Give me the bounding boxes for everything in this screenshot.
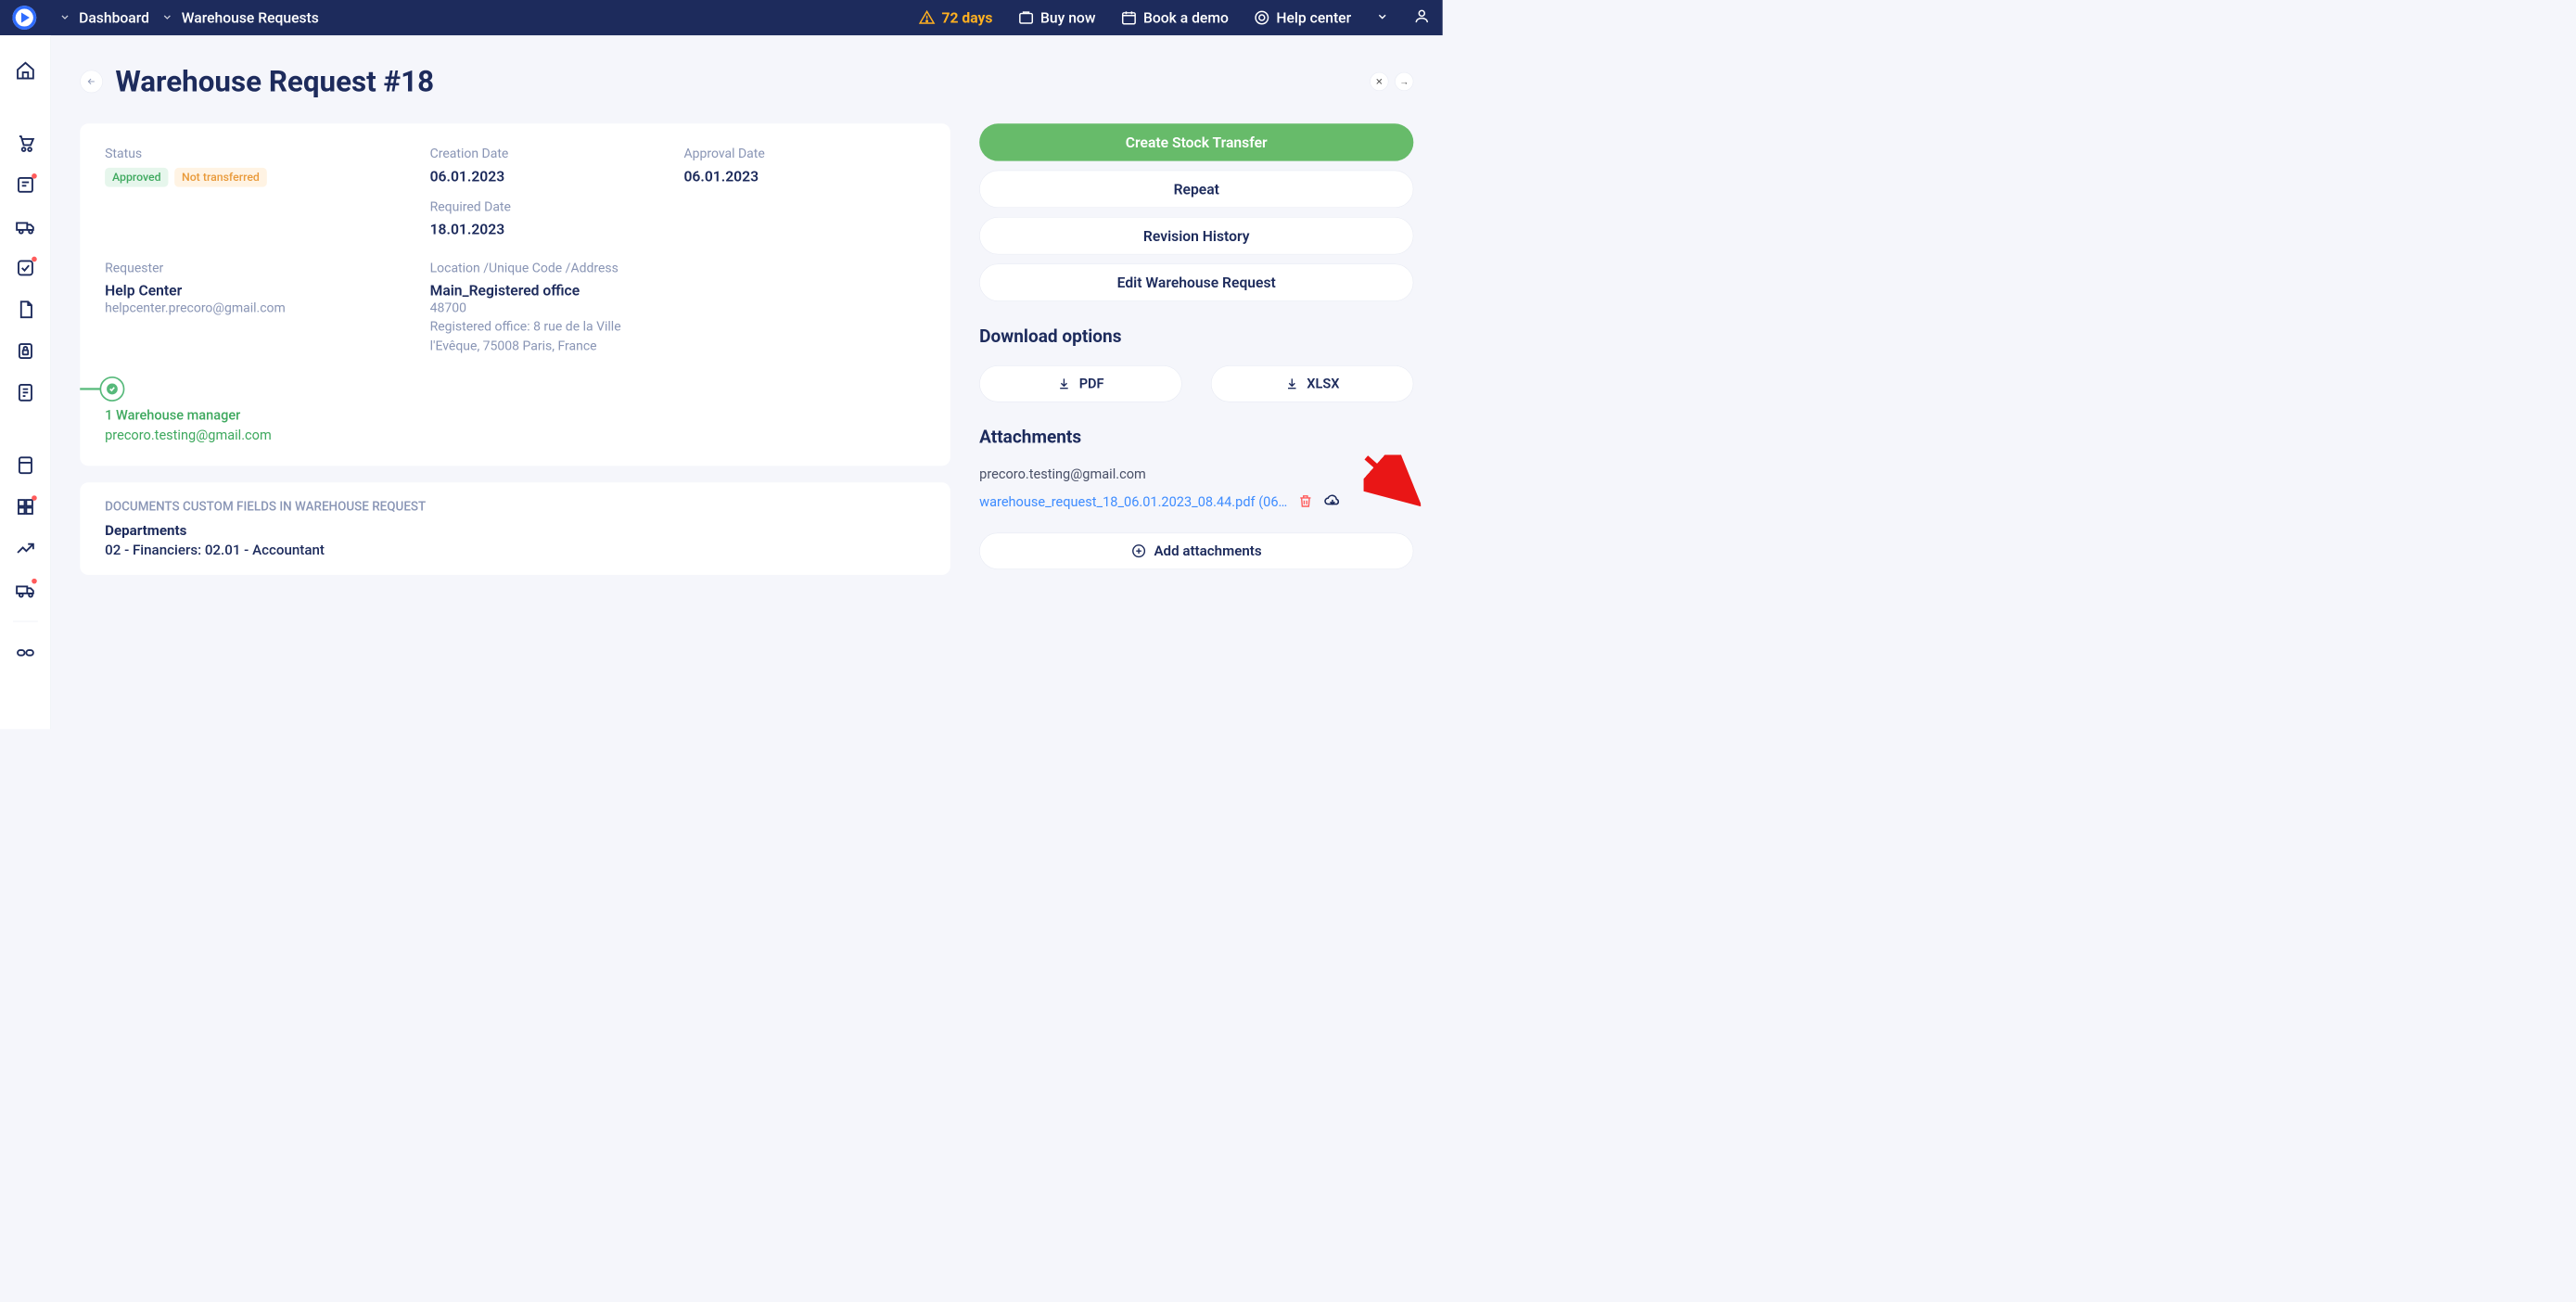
download-icon <box>1057 377 1071 391</box>
chevron-down-icon <box>59 9 70 26</box>
creation-date-label: Creation Date <box>430 147 671 161</box>
receipt-icon[interactable] <box>15 382 35 402</box>
create-stock-transfer-button[interactable]: Create Stock Transfer <box>979 123 1413 160</box>
user-icon[interactable] <box>1413 7 1430 28</box>
required-date-value: 18.01.2023 <box>430 221 671 237</box>
forward-button[interactable]: → <box>1395 72 1413 91</box>
breadcrumb-dashboard[interactable]: Dashboard <box>59 9 149 26</box>
location-name: Main_Registered office <box>430 282 658 299</box>
required-date-label: Required Date <box>430 199 671 214</box>
repeat-button[interactable]: Repeat <box>979 171 1413 208</box>
lock-doc-icon[interactable] <box>15 340 35 361</box>
trash-icon[interactable] <box>1297 493 1313 511</box>
cloud-download-icon[interactable] <box>1323 492 1341 512</box>
close-button[interactable]: ✕ <box>1370 72 1388 91</box>
days-remaining[interactable]: 72 days <box>919 9 993 26</box>
request-icon[interactable] <box>15 174 35 195</box>
approver-role: 1 Warehouse manager <box>105 407 925 423</box>
edit-label: Edit Warehouse Request <box>1117 274 1276 290</box>
help-center-link[interactable]: Help center <box>1254 9 1351 26</box>
download-icon <box>1285 377 1299 391</box>
home-icon[interactable] <box>15 60 35 81</box>
approver-status-icon <box>100 377 125 402</box>
status-badge-transfer: Not transferred <box>174 168 267 187</box>
buy-now-link[interactable]: Buy now <box>1017 9 1095 26</box>
attachment-uploader: precoro.testing@gmail.com <box>979 466 1413 482</box>
info-card: Status Approved Not transferred Creation… <box>80 123 950 466</box>
chevron-down-icon <box>161 9 172 26</box>
edit-warehouse-request-button[interactable]: Edit Warehouse Request <box>979 263 1413 300</box>
app-logo[interactable] <box>6 3 43 32</box>
delivery-icon[interactable] <box>15 580 35 600</box>
collapse-icon[interactable] <box>15 643 35 663</box>
location-code: 48700 <box>430 300 658 318</box>
topbar: Dashboard Warehouse Requests 72 days Buy… <box>0 0 1443 35</box>
creation-date-value: 06.01.2023 <box>430 168 671 185</box>
cart-icon[interactable] <box>15 133 35 153</box>
breadcrumb-label: Warehouse Requests <box>182 9 319 26</box>
download-options-heading: Download options <box>979 326 1413 347</box>
attachment-link[interactable]: warehouse_request_18_06.01.2023_08.44.pd… <box>979 494 1287 510</box>
approval-icon[interactable] <box>15 258 35 278</box>
book-demo-label: Book a demo <box>1143 9 1229 26</box>
repeat-label: Repeat <box>1174 181 1219 198</box>
download-pdf-button[interactable]: PDF <box>979 365 1181 402</box>
pdf-label: PDF <box>1079 376 1104 391</box>
inventory-icon[interactable] <box>15 496 35 517</box>
status-label: Status <box>105 147 417 161</box>
add-attachments-button[interactable]: Add attachments <box>979 533 1413 569</box>
requester-label: Requester <box>105 261 417 275</box>
requester-name: Help Center <box>105 282 417 299</box>
custom-fields-card: DOCUMENTS CUSTOM FIELDS IN WAREHOUSE REQ… <box>80 482 950 575</box>
xlsx-label: XLSX <box>1307 376 1339 391</box>
revision-history-button[interactable]: Revision History <box>979 217 1413 254</box>
help-center-label: Help center <box>1276 9 1351 26</box>
location-label: Location /Unique Code /Address <box>430 261 658 275</box>
calculator-icon[interactable] <box>15 455 35 476</box>
breadcrumb-warehouse-requests[interactable]: Warehouse Requests <box>161 9 318 26</box>
add-attachments-label: Add attachments <box>1154 542 1261 559</box>
requester-email: helpcenter.precoro@gmail.com <box>105 300 417 318</box>
page-title: Warehouse Request #18 <box>115 64 434 98</box>
chevron-down-icon[interactable] <box>1376 9 1388 26</box>
days-left-text: 72 days <box>942 9 993 26</box>
approver-email: precoro.testing@gmail.com <box>105 428 925 443</box>
location-address: Registered office: 8 rue de la Ville l'E… <box>430 318 658 356</box>
approval-date-label: Approval Date <box>683 147 925 161</box>
breadcrumb-label: Dashboard <box>79 9 149 26</box>
book-demo-link[interactable]: Book a demo <box>1120 9 1229 26</box>
attachments-heading: Attachments <box>979 427 1413 447</box>
departments-value: 02 - Financiers: 02.01 - Accountant <box>105 542 925 558</box>
departments-label: Departments <box>105 522 925 539</box>
status-badge-approved: Approved <box>105 168 168 187</box>
revision-history-label: Revision History <box>1143 227 1250 244</box>
main-content: Warehouse Request #18 ✕ → Status Approve… <box>51 35 1443 729</box>
custom-fields-section-title: DOCUMENTS CUSTOM FIELDS IN WAREHOUSE REQ… <box>105 499 925 514</box>
create-stock-transfer-label: Create Stock Transfer <box>1126 134 1268 150</box>
truck-icon[interactable] <box>15 216 35 236</box>
download-xlsx-button[interactable]: XLSX <box>1211 365 1413 402</box>
buy-now-label: Buy now <box>1040 9 1095 26</box>
document-icon[interactable] <box>15 300 35 320</box>
reports-icon[interactable] <box>15 538 35 558</box>
sidebar <box>0 35 51 729</box>
approval-date-value: 06.01.2023 <box>683 168 925 185</box>
plus-circle-icon <box>1131 543 1147 559</box>
back-button[interactable] <box>80 70 103 94</box>
